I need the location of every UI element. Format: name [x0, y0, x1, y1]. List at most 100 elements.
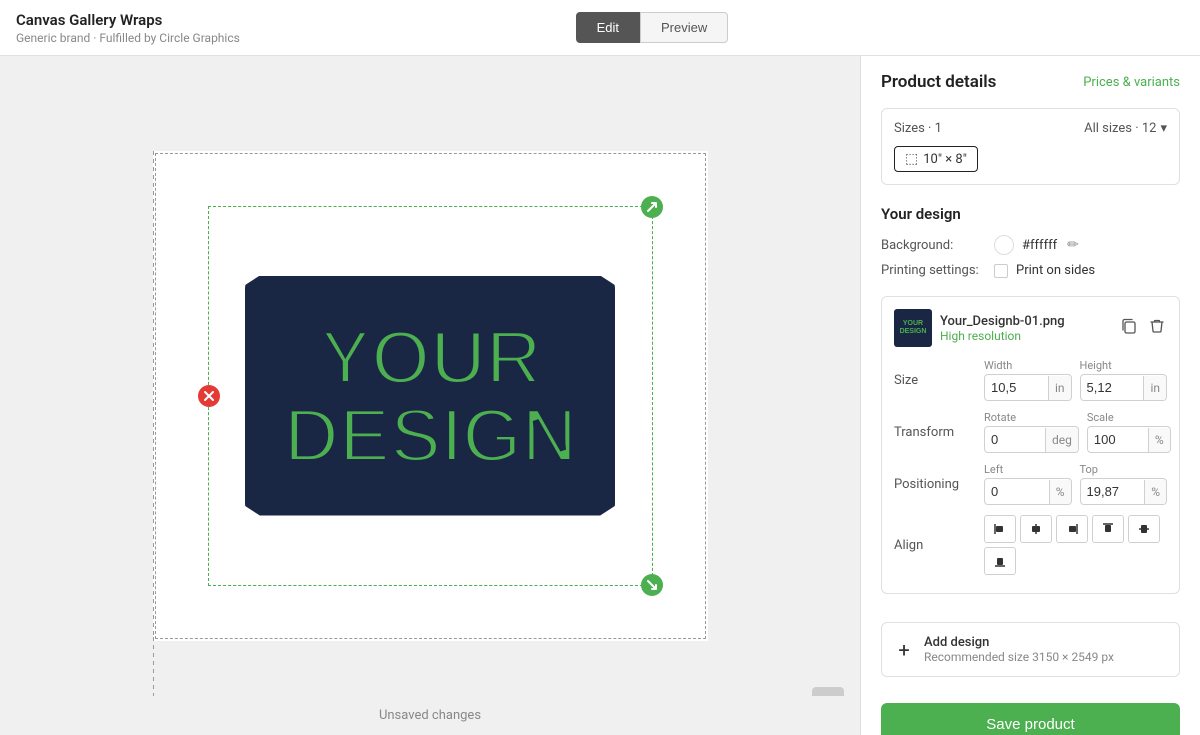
height-unit: in — [1143, 376, 1166, 400]
main-layout: YOUR DESIGN — [0, 56, 1200, 735]
chevron-down-icon: ▾ — [1160, 121, 1167, 136]
sizes-section: Sizes · 1 All sizes · 12 ▾ ⬚ 10" × 8" — [881, 108, 1180, 185]
align-buttons — [984, 515, 1167, 575]
scale-input-wrap: % — [1087, 426, 1171, 453]
left-input-wrap: % — [984, 478, 1072, 505]
top-label: Top — [1080, 463, 1168, 476]
add-design-plus-icon: + — [894, 638, 914, 662]
right-panel: Product details Prices & variants Sizes … — [860, 56, 1200, 735]
top-input[interactable] — [1081, 479, 1145, 504]
left-field: Left % — [984, 463, 1072, 505]
top-unit: % — [1144, 480, 1166, 504]
align-right-button[interactable] — [1056, 515, 1088, 543]
size-chip-10x8[interactable]: ⬚ 10" × 8" — [894, 146, 978, 172]
left-unit: % — [1049, 480, 1071, 504]
panel-title: Product details — [881, 72, 996, 92]
height-input[interactable] — [1081, 375, 1144, 400]
align-center-h-button[interactable] — [1020, 515, 1052, 543]
unsaved-label: Unsaved changes — [379, 708, 481, 723]
add-design-info: Add design Recommended size 3150 × 2549 … — [924, 635, 1114, 664]
top-field: Top % — [1080, 463, 1168, 505]
left-input[interactable] — [985, 479, 1049, 504]
rotate-input-wrap: deg — [984, 426, 1079, 453]
rotate-input[interactable] — [985, 427, 1045, 452]
panel-header: Product details Prices & variants — [861, 56, 1200, 100]
handle-resize-tr[interactable] — [641, 196, 663, 218]
width-unit: in — [1048, 376, 1071, 400]
design-image-area[interactable]: YOUR DESIGN — [208, 206, 653, 586]
positioning-row: Positioning Left % Top % — [894, 463, 1167, 505]
width-field: Width in — [984, 359, 1072, 401]
edit-color-icon[interactable]: ✏ — [1067, 237, 1079, 253]
background-label: Background: — [881, 238, 986, 253]
file-name: Your_Designb-01.png — [940, 314, 1111, 329]
sizes-all-button[interactable]: All sizes · 12 ▾ — [1084, 121, 1167, 136]
design-preview-graphic: YOUR DESIGN — [240, 266, 620, 526]
height-input-wrap: in — [1080, 374, 1168, 401]
scale-field: Scale % — [1087, 411, 1171, 453]
file-quality: High resolution — [940, 329, 1111, 343]
align-left-button[interactable] — [984, 515, 1016, 543]
align-row: Align — [894, 515, 1167, 575]
file-delete-button[interactable] — [1147, 316, 1167, 341]
left-label: Left — [984, 463, 1072, 476]
width-label: Width — [984, 359, 1072, 372]
color-swatch[interactable] — [994, 235, 1014, 255]
rotate-field: Rotate deg — [984, 411, 1079, 453]
scale-input[interactable] — [1088, 427, 1148, 452]
add-design-subtitle: Recommended size 3150 × 2549 px — [924, 650, 1114, 664]
align-bottom-button[interactable] — [984, 547, 1016, 575]
grid-line-v1 — [153, 151, 154, 637]
height-label: Height — [1080, 359, 1168, 372]
printing-label: Printing settings: — [881, 263, 986, 278]
file-info: Your_Designb-01.png High resolution — [940, 314, 1111, 343]
design-file-card: YOURDESIGN Your_Designb-01.png High reso… — [881, 296, 1180, 594]
printing-row: Printing settings: Print on sides — [881, 263, 1180, 278]
transform-fields: Rotate deg Scale % — [984, 411, 1171, 453]
size-icon: ⬚ — [905, 151, 918, 167]
width-input[interactable] — [985, 375, 1048, 400]
tab-edit[interactable]: Edit — [576, 12, 640, 43]
edit-preview-tabs: Edit Preview — [576, 12, 729, 43]
align-prop-label: Align — [894, 538, 984, 553]
size-value: 10" × 8" — [923, 152, 967, 167]
transform-row: Transform Rotate deg Scale % — [894, 411, 1167, 453]
align-middle-v-button[interactable] — [1128, 515, 1160, 543]
app-subtitle: Generic brand · Fulfilled by Circle Grap… — [16, 31, 240, 45]
file-copy-button[interactable] — [1119, 316, 1139, 341]
save-section: Save product — [861, 687, 1200, 735]
width-input-wrap: in — [984, 374, 1072, 401]
save-product-button[interactable]: Save product — [881, 703, 1180, 735]
rotate-unit: deg — [1045, 428, 1078, 452]
background-row: Background: #ffffff ✏ — [881, 235, 1180, 255]
tab-preview[interactable]: Preview — [640, 12, 728, 43]
file-actions — [1119, 316, 1167, 341]
height-field: Height in — [1080, 359, 1168, 401]
sizes-all-label: All sizes · 12 — [1084, 121, 1156, 136]
add-design-title: Add design — [924, 635, 1114, 650]
sizes-header: Sizes · 1 All sizes · 12 ▾ — [894, 121, 1167, 136]
prices-variants-link[interactable]: Prices & variants — [1083, 75, 1180, 90]
header: Canvas Gallery Wraps Generic brand · Ful… — [0, 0, 1200, 56]
align-top-button[interactable] — [1092, 515, 1124, 543]
your-design-title: Your design — [881, 205, 1180, 223]
print-sides-checkbox[interactable] — [994, 264, 1008, 278]
canvas-wrapper: YOUR DESIGN — [153, 151, 708, 641]
handle-resize-br[interactable] — [641, 574, 663, 596]
file-thumbnail: YOURDESIGN — [894, 309, 932, 347]
handle-delete[interactable] — [198, 385, 220, 407]
your-design-section: Your design Background: #ffffff ✏ Printi… — [861, 193, 1200, 286]
design-canvas: YOUR DESIGN — [153, 151, 708, 641]
size-row: Size Width in Height in — [894, 359, 1167, 401]
positioning-fields: Left % Top % — [984, 463, 1167, 505]
unsaved-changes: Unsaved changes — [0, 696, 860, 735]
add-design-section[interactable]: + Add design Recommended size 3150 × 254… — [881, 622, 1180, 677]
file-header: YOURDESIGN Your_Designb-01.png High reso… — [894, 309, 1167, 347]
scale-unit: % — [1148, 428, 1170, 452]
transform-prop-label: Transform — [894, 425, 984, 440]
canvas-area: YOUR DESIGN — [0, 56, 860, 735]
top-input-wrap: % — [1080, 478, 1168, 505]
scale-label: Scale — [1087, 411, 1171, 424]
print-sides-label: Print on sides — [1016, 263, 1095, 278]
color-value: #ffffff — [1022, 238, 1057, 253]
